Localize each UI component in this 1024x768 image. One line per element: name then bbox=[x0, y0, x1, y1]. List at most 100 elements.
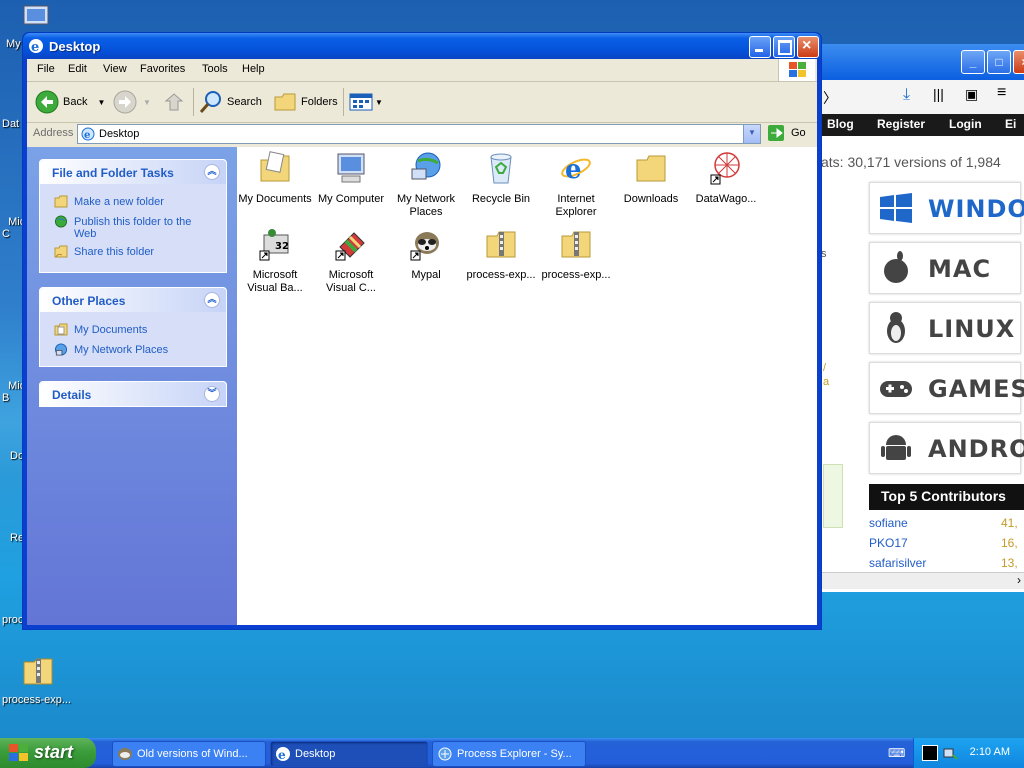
contributor-row[interactable]: safarisilver 13, bbox=[869, 556, 1024, 570]
menu-help[interactable]: Help bbox=[242, 63, 265, 75]
chevron-down-icon[interactable]: ▼ bbox=[97, 98, 105, 107]
tray-app-icon[interactable] bbox=[922, 745, 938, 761]
nav-link-login[interactable]: Login bbox=[949, 117, 982, 131]
chevron-down-icon: ▼ bbox=[748, 128, 756, 137]
browser-titlebar[interactable]: _ □ × bbox=[821, 44, 1024, 80]
file-item-my-computer[interactable]: My Computer bbox=[313, 151, 389, 206]
forward-button[interactable]: ▼ bbox=[113, 90, 151, 114]
horizontal-scrollbar[interactable]: › bbox=[821, 572, 1024, 589]
chevron-down-icon[interactable]: ▼ bbox=[143, 98, 151, 107]
file-item-process-exp-1[interactable]: process-exp... bbox=[463, 227, 539, 282]
folders-button[interactable]: Folders bbox=[273, 90, 338, 114]
search-button[interactable]: Search bbox=[199, 90, 262, 114]
back-button[interactable]: Back ▼ bbox=[35, 90, 105, 114]
menu-view[interactable]: View bbox=[103, 63, 127, 75]
menu-file[interactable]: File bbox=[37, 63, 55, 75]
desktop-icon-label: process-exp... bbox=[2, 694, 72, 706]
os-card-mac[interactable]: MAC bbox=[869, 242, 1021, 294]
file-item-downloads[interactable]: Downloads bbox=[613, 151, 689, 206]
desktop-icon-label: My bbox=[6, 38, 21, 50]
minimize-button[interactable]: _ bbox=[961, 50, 985, 74]
file-label: My Network Places bbox=[396, 193, 456, 218]
nav-link-more[interactable]: Ei bbox=[1005, 117, 1016, 131]
task-link-make-new-folder[interactable]: Make a new folder bbox=[74, 196, 214, 208]
file-item-mypal[interactable]: Mypal bbox=[388, 227, 464, 282]
ie-icon: e bbox=[561, 155, 591, 185]
os-card-games[interactable]: GAMES bbox=[869, 362, 1024, 414]
forward-icon[interactable]: 〉 bbox=[823, 88, 837, 108]
contributor-name[interactable]: sofiane bbox=[869, 516, 908, 530]
close-button[interactable]: × bbox=[1013, 50, 1024, 74]
download-icon[interactable]: ⤓ bbox=[903, 86, 910, 104]
address-field[interactable]: e Desktop ▼ bbox=[77, 124, 761, 144]
zip-folder-icon bbox=[561, 231, 591, 258]
network-tray-icon[interactable] bbox=[942, 745, 958, 761]
task-link-share-folder[interactable]: Share this folder bbox=[74, 246, 214, 258]
side-panel-box bbox=[823, 464, 843, 528]
file-folder-tasks-panel: File and Folder Tasks ︽ Make a new folde… bbox=[39, 159, 227, 273]
file-item-internet-explorer[interactable]: e Internet Explorer bbox=[538, 151, 614, 219]
sidebar-icon[interactable]: ▣ bbox=[965, 86, 978, 103]
clock[interactable]: 2:10 AM bbox=[970, 746, 1010, 758]
file-item-recycle-bin[interactable]: Recycle Bin bbox=[463, 151, 539, 206]
up-button[interactable] bbox=[163, 90, 185, 114]
browser-window[interactable]: _ □ × 〉 ⤓ ||| ▣ ≡ Blog Register Login Ei… bbox=[818, 44, 1024, 592]
views-button[interactable]: ▼ bbox=[349, 90, 383, 114]
menu-edit[interactable]: Edit bbox=[68, 63, 87, 75]
file-item-my-network-places[interactable]: My Network Places bbox=[388, 151, 464, 219]
collapse-icon[interactable]: ︽ bbox=[204, 292, 220, 308]
vc-icon bbox=[335, 232, 365, 261]
address-dropdown[interactable]: ▼ bbox=[743, 125, 760, 143]
start-button[interactable]: start bbox=[0, 738, 96, 768]
taskbar-item-desktop[interactable]: e Desktop bbox=[270, 741, 428, 767]
explorer-window[interactable]: e Desktop × File Edit View Favorites Too… bbox=[22, 32, 822, 630]
menu-favorites[interactable]: Favorites bbox=[140, 63, 185, 75]
chevron-down-icon[interactable]: ▼ bbox=[375, 98, 383, 107]
place-link-my-documents[interactable]: My Documents bbox=[74, 324, 214, 336]
nav-link-register[interactable]: Register bbox=[877, 117, 925, 131]
contributor-count: 41, bbox=[1001, 516, 1018, 530]
desktop-icon-proc[interactable]: proc bbox=[2, 614, 23, 626]
taskbar-item-process-explorer[interactable]: Process Explorer - Sy... bbox=[432, 741, 586, 767]
collapse-icon[interactable]: ︽ bbox=[204, 164, 220, 180]
library-icon[interactable]: ||| bbox=[933, 86, 944, 102]
maximize-button[interactable] bbox=[773, 36, 795, 58]
file-item-visual-c[interactable]: Microsoft Visual C... bbox=[313, 227, 389, 295]
contributor-name[interactable]: PKO17 bbox=[869, 536, 908, 550]
file-item-process-exp-2[interactable]: process-exp... bbox=[538, 227, 614, 282]
details-header[interactable]: Details ︾ bbox=[40, 382, 226, 406]
contributor-row[interactable]: sofiane 41, bbox=[869, 516, 1024, 530]
place-link-my-network-places[interactable]: My Network Places bbox=[74, 344, 214, 356]
menu-icon[interactable]: ≡ bbox=[997, 84, 1006, 102]
contributor-count: 13, bbox=[1001, 556, 1018, 570]
keyboard-icon[interactable]: ⌨ bbox=[888, 746, 905, 760]
file-folder-tasks-header[interactable]: File and Folder Tasks ︽ bbox=[40, 160, 226, 184]
go-label: Go bbox=[791, 127, 806, 139]
minimize-button[interactable] bbox=[749, 36, 771, 58]
os-card-android[interactable]: ANDROI bbox=[869, 422, 1024, 474]
nav-link-blog[interactable]: Blog bbox=[827, 117, 854, 131]
go-button[interactable]: Go bbox=[767, 124, 809, 142]
scroll-right-icon[interactable]: › bbox=[1017, 573, 1021, 587]
panel-title: Details bbox=[52, 388, 92, 402]
contributor-name[interactable]: safarisilver bbox=[869, 556, 926, 570]
file-label: process-exp... bbox=[466, 269, 536, 281]
os-card-label: GAMES bbox=[928, 375, 1024, 403]
file-item-visual-basic[interactable]: 32 Microsoft Visual Ba... bbox=[237, 227, 313, 295]
folders-label: Folders bbox=[301, 96, 338, 108]
explorer-titlebar[interactable]: e Desktop × bbox=[23, 33, 821, 59]
desktop-icon-process-exp[interactable]: process-exp... bbox=[2, 656, 82, 712]
close-button[interactable]: × bbox=[797, 36, 819, 58]
os-card-linux[interactable]: LINUX bbox=[869, 302, 1021, 354]
expand-icon[interactable]: ︾ bbox=[204, 386, 220, 402]
taskbar-item-browser[interactable]: Old versions of Wind... bbox=[112, 741, 266, 767]
desktop-icon-dat[interactable]: Dat bbox=[2, 118, 19, 130]
other-places-header[interactable]: Other Places ︽ bbox=[40, 288, 226, 312]
task-link-publish-folder[interactable]: Publish this folder to the Web bbox=[74, 216, 214, 240]
maximize-button[interactable]: □ bbox=[987, 50, 1011, 74]
os-card-windows[interactable]: WINDO bbox=[869, 182, 1024, 234]
contributor-row[interactable]: PKO17 16, bbox=[869, 536, 1024, 550]
file-item-datawago[interactable]: DataWago... bbox=[688, 151, 764, 206]
file-item-my-documents[interactable]: My Documents bbox=[237, 151, 313, 206]
menu-tools[interactable]: Tools bbox=[202, 63, 228, 75]
